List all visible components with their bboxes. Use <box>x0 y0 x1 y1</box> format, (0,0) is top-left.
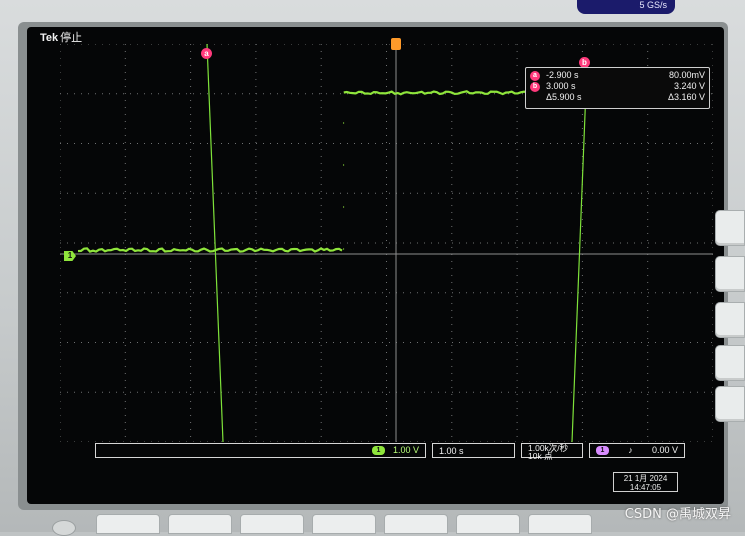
cursor-a-time: -2.900 s <box>546 70 579 80</box>
channel1-scale-box[interactable]: 1 1.00 V <box>95 443 426 458</box>
time-label: 14:47:05 <box>629 483 662 492</box>
side-menu-button-4[interactable] <box>715 345 745 381</box>
side-menu-button-2[interactable] <box>715 256 745 292</box>
cursor-b-row: b 3.000 s 3.240 V <box>530 81 705 92</box>
bottom-menu-button-7[interactable] <box>528 514 592 534</box>
bottom-menu-button-5[interactable] <box>384 514 448 534</box>
acquisition-status: 停止 <box>60 32 83 44</box>
power-knob[interactable] <box>52 520 76 536</box>
bottom-menu-button-2[interactable] <box>168 514 232 534</box>
bottom-menu-button-6[interactable] <box>456 514 520 534</box>
record-length-value: 10k 点 <box>528 451 553 461</box>
delta-row: Δ5.900 s Δ3.160 V <box>530 92 705 103</box>
bottom-menu-button-1[interactable] <box>96 514 160 534</box>
cursor-a-marker[interactable]: a <box>201 48 212 59</box>
timebase-value: 1.00 s <box>439 446 464 456</box>
trigger-position-marker[interactable] <box>391 38 401 50</box>
delta-value: Δ3.160 V <box>667 92 705 102</box>
brand-name: Tek <box>40 32 59 44</box>
trigger-level: 0.00 V <box>651 445 678 455</box>
cursor-readout: a -2.900 s 80.00mV b 3.000 s 3.240 V Δ5.… <box>525 67 710 109</box>
brand-label: Tek 停止 <box>40 29 82 45</box>
side-menu-button-3[interactable] <box>715 302 745 338</box>
trace-low-segment <box>77 247 343 253</box>
status-bar: 1 1.00 V 1.00 s 1.00k次/秒 10k 点 1 ♪ 0.00 … <box>95 443 685 461</box>
date-time-box: 21 1月 2024 14:47:05 <box>613 472 678 492</box>
trigger-slope-icon: ♪ <box>628 445 633 455</box>
cursor-b-icon: b <box>530 81 540 92</box>
date-label: 21 1月 2024 <box>623 474 668 483</box>
cursor-b-value: 3.240 V <box>673 81 705 91</box>
delta-time: Δ5.900 s <box>546 92 582 102</box>
trigger-box[interactable]: 1 ♪ 0.00 V <box>589 443 685 458</box>
sample-rate-box[interactable]: 1.00k次/秒 10k 点 <box>521 443 583 461</box>
side-menu-button-5[interactable] <box>715 386 745 422</box>
cursor-a-icon: a <box>530 70 540 81</box>
cursor-b-time: 3.000 s <box>546 81 576 91</box>
side-menu-button-1[interactable] <box>715 210 745 246</box>
cursor-a-row: a -2.900 s 80.00mV <box>530 70 705 81</box>
cursor-a-value: 80.00mV <box>668 70 705 80</box>
channel1-trace <box>77 90 711 253</box>
trigger-source-icon: 1 <box>596 446 609 455</box>
channel1-scale: 1.00 V <box>392 445 419 455</box>
timebase-box[interactable]: 1.00 s <box>432 443 515 458</box>
bottom-menu-button-4[interactable] <box>312 514 376 534</box>
cursor-a-line <box>206 44 224 442</box>
sample-rate-chip: 5 GS/s <box>577 0 675 14</box>
cursor-b-line <box>571 63 588 442</box>
bottom-menu-button-3[interactable] <box>240 514 304 534</box>
channel1-icon: 1 <box>371 446 385 455</box>
watermark-text: CSDN @禹城双昇 <box>624 507 731 522</box>
